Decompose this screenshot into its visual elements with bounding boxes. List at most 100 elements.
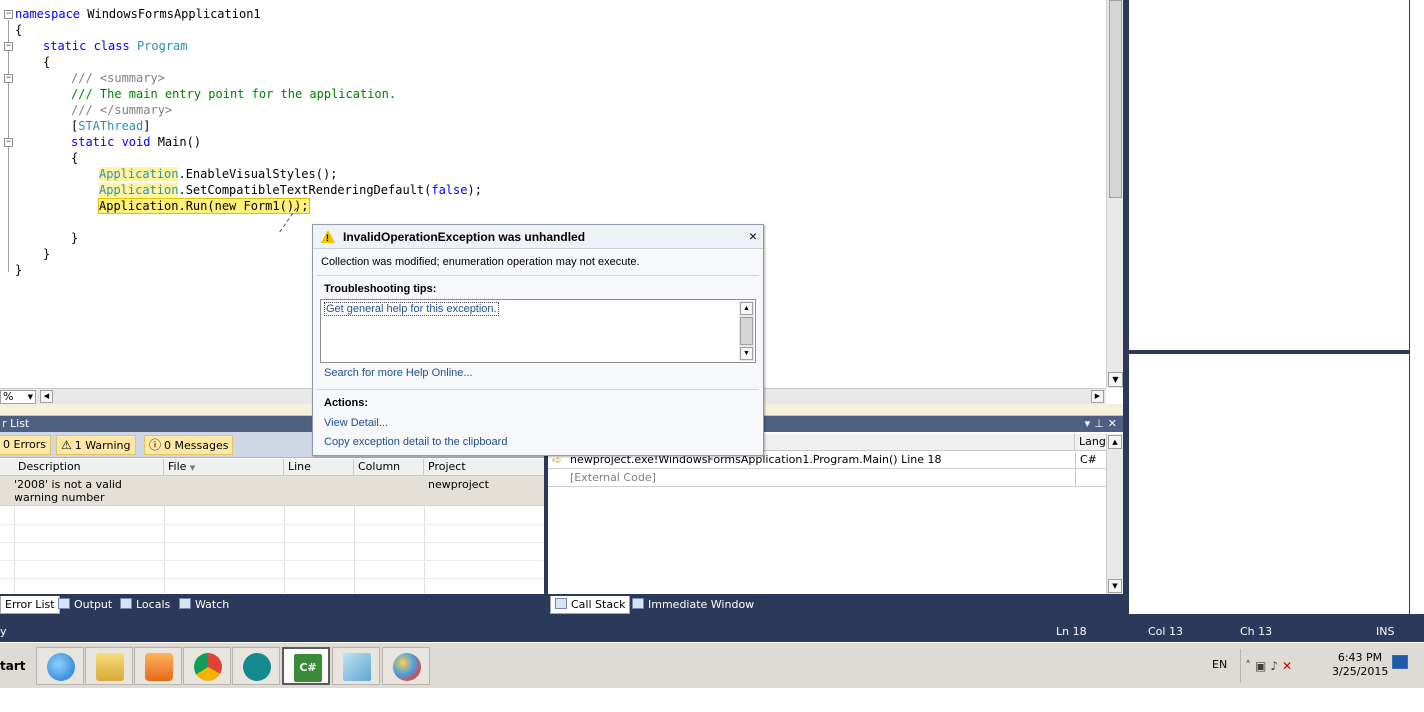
call-stack-scrollbar[interactable]: ▲ ▼ [1106, 434, 1123, 594]
dropdown-icon[interactable]: ▾ [1085, 417, 1095, 430]
column-description[interactable]: Description [14, 459, 164, 476]
code-line-12: Application.SetCompatibleTextRenderingDe… [99, 183, 482, 197]
call-stack-icon [555, 598, 567, 609]
tab-output[interactable]: Output [54, 596, 116, 614]
code-line-10: { [71, 151, 79, 165]
close-icon[interactable]: ✕ [1108, 417, 1121, 430]
grid-line [0, 524, 544, 525]
status-bar: y Ln 18 Col 13 Ch 13 INS [0, 614, 1424, 642]
column-project[interactable]: Project [424, 459, 544, 476]
scroll-up-arrow-icon[interactable]: ▲ [740, 302, 753, 315]
grid-line [354, 476, 355, 594]
scrollbar-thumb[interactable] [740, 317, 753, 345]
internet-explorer-icon[interactable] [36, 647, 84, 685]
screen-bottom [0, 688, 1424, 712]
scroll-up-arrow-icon[interactable]: ▲ [1108, 435, 1122, 449]
notebook-icon[interactable] [332, 647, 380, 685]
file-explorer-icon[interactable] [85, 647, 133, 685]
collapse-summary-toggle[interactable]: − [4, 74, 13, 83]
tab-immediate-window[interactable]: Immediate Window [628, 596, 758, 614]
column-line[interactable]: Line [284, 459, 354, 476]
row-project: newproject [428, 478, 489, 491]
status-column: Col 13 [1148, 625, 1183, 638]
collapse-class-toggle[interactable]: − [4, 42, 13, 51]
scroll-down-arrow-icon[interactable]: ▼ [1108, 579, 1122, 593]
clock-date: 3/25/2015 [1332, 665, 1389, 678]
column-language[interactable]: Langu [1075, 434, 1113, 451]
screen-edge [1410, 0, 1424, 614]
show-hidden-icon[interactable]: ˄ [1245, 659, 1255, 673]
start-button[interactable]: tart [0, 647, 26, 685]
tips-scrollbar[interactable]: ▲ ▼ [739, 301, 754, 361]
sort-arrow-icon: ▼ [189, 464, 196, 472]
tab-watch[interactable]: Watch [175, 596, 233, 614]
zoom-level-dropdown[interactable]: % ▼ [0, 390, 36, 404]
collapse-main-toggle[interactable]: − [4, 138, 13, 147]
code-line-6: /// The main entry point for the applica… [71, 87, 397, 101]
code-line-16: } [15, 263, 23, 277]
arduino-icon[interactable] [232, 647, 280, 685]
pin-icon[interactable]: ⊥ [1094, 417, 1108, 430]
tab-call-stack[interactable]: Call Stack [550, 596, 631, 614]
system-tray[interactable]: ˄▣♪✕ [1240, 649, 1330, 683]
scroll-down-arrow-icon[interactable]: ▼ [740, 347, 753, 360]
network-icon[interactable]: ▣ [1255, 659, 1270, 673]
exception-header: ! InvalidOperationException was unhandle… [313, 225, 763, 249]
close-icon[interactable]: × [749, 228, 757, 244]
table-row[interactable]: '2008' is not a valid warning number new… [0, 476, 544, 506]
visual-csharp-icon[interactable]: C# [282, 647, 330, 685]
info-icon: ⓘ [149, 438, 162, 452]
tab-error-list[interactable]: Error List [0, 596, 60, 614]
code-line-7: /// </summary> [71, 103, 173, 117]
frame-language: C# [1080, 453, 1097, 466]
code-line-3: static class Program [43, 39, 188, 53]
messages-filter-button[interactable]: ⓘ 0 Messages [144, 435, 234, 455]
taskbar: tart C# EN ˄▣♪✕ 6:43 PM 3/25/2015 [0, 642, 1424, 688]
warnings-filter-button[interactable]: ⚠ 1 Warning [56, 435, 136, 455]
code-line-4: { [43, 55, 51, 69]
frame-name: [External Code] [570, 471, 656, 484]
code-line-2: { [15, 23, 23, 37]
general-help-link[interactable]: Get general help for this exception. [324, 302, 499, 316]
status-text: y [0, 625, 7, 638]
volume-icon[interactable]: ♪ [1270, 659, 1282, 673]
divider [317, 389, 759, 390]
grid-line [164, 476, 165, 594]
code-line-9: static void Main() [71, 135, 202, 149]
media-player-icon[interactable] [134, 647, 182, 685]
window-controls[interactable]: ▾⊥✕ [1085, 416, 1121, 432]
scroll-right-arrow-icon[interactable]: ▶ [1091, 390, 1104, 403]
errors-filter-button[interactable]: 0 Errors [0, 435, 52, 455]
collapse-namespace-toggle[interactable]: − [4, 10, 13, 19]
troubleshooting-tips-label: Troubleshooting tips: [324, 283, 437, 295]
status-insert-mode: INS [1376, 625, 1395, 638]
troubleshooting-tips-list: Get general help for this exception. ▲ ▼ [320, 299, 756, 363]
scrollbar-thumb[interactable] [1109, 0, 1122, 198]
scroll-down-arrow-icon[interactable]: ▼ [1108, 372, 1123, 387]
code-line-14: } [71, 231, 79, 245]
power-icon[interactable]: ✕ [1282, 659, 1296, 673]
status-char: Ch 13 [1240, 625, 1273, 638]
editor-vertical-scrollbar[interactable]: ▼ [1106, 0, 1123, 388]
show-desktop-button[interactable] [1392, 655, 1408, 669]
column-column[interactable]: Column [354, 459, 424, 476]
tab-locals[interactable]: Locals [116, 596, 174, 614]
scroll-left-arrow-icon[interactable]: ◀ [40, 390, 53, 403]
paint-icon[interactable] [382, 647, 430, 685]
right-dock-area [1123, 0, 1424, 614]
code-line-15: } [43, 247, 51, 261]
column-file[interactable]: File ▼ [164, 459, 284, 476]
copy-exception-detail-link[interactable]: Copy exception detail to the clipboard [324, 436, 507, 448]
help-online-link[interactable]: Search for more Help Online... [324, 367, 473, 379]
chrome-icon[interactable] [183, 647, 231, 685]
view-detail-link[interactable]: View Detail... [324, 417, 388, 429]
exception-assistant-popup: ! InvalidOperationException was unhandle… [312, 224, 764, 456]
right-bottom-panel [1129, 354, 1409, 614]
call-stack-row[interactable]: [External Code] [548, 470, 1106, 487]
grid-line [424, 476, 425, 594]
clock-time: 6:43 PM [1337, 651, 1383, 664]
clock[interactable]: 6:43 PM 3/25/2015 [1332, 651, 1388, 679]
language-indicator[interactable]: EN [1212, 658, 1227, 671]
grid-line [14, 476, 15, 594]
exception-title: InvalidOperationException was unhandled [343, 230, 586, 244]
